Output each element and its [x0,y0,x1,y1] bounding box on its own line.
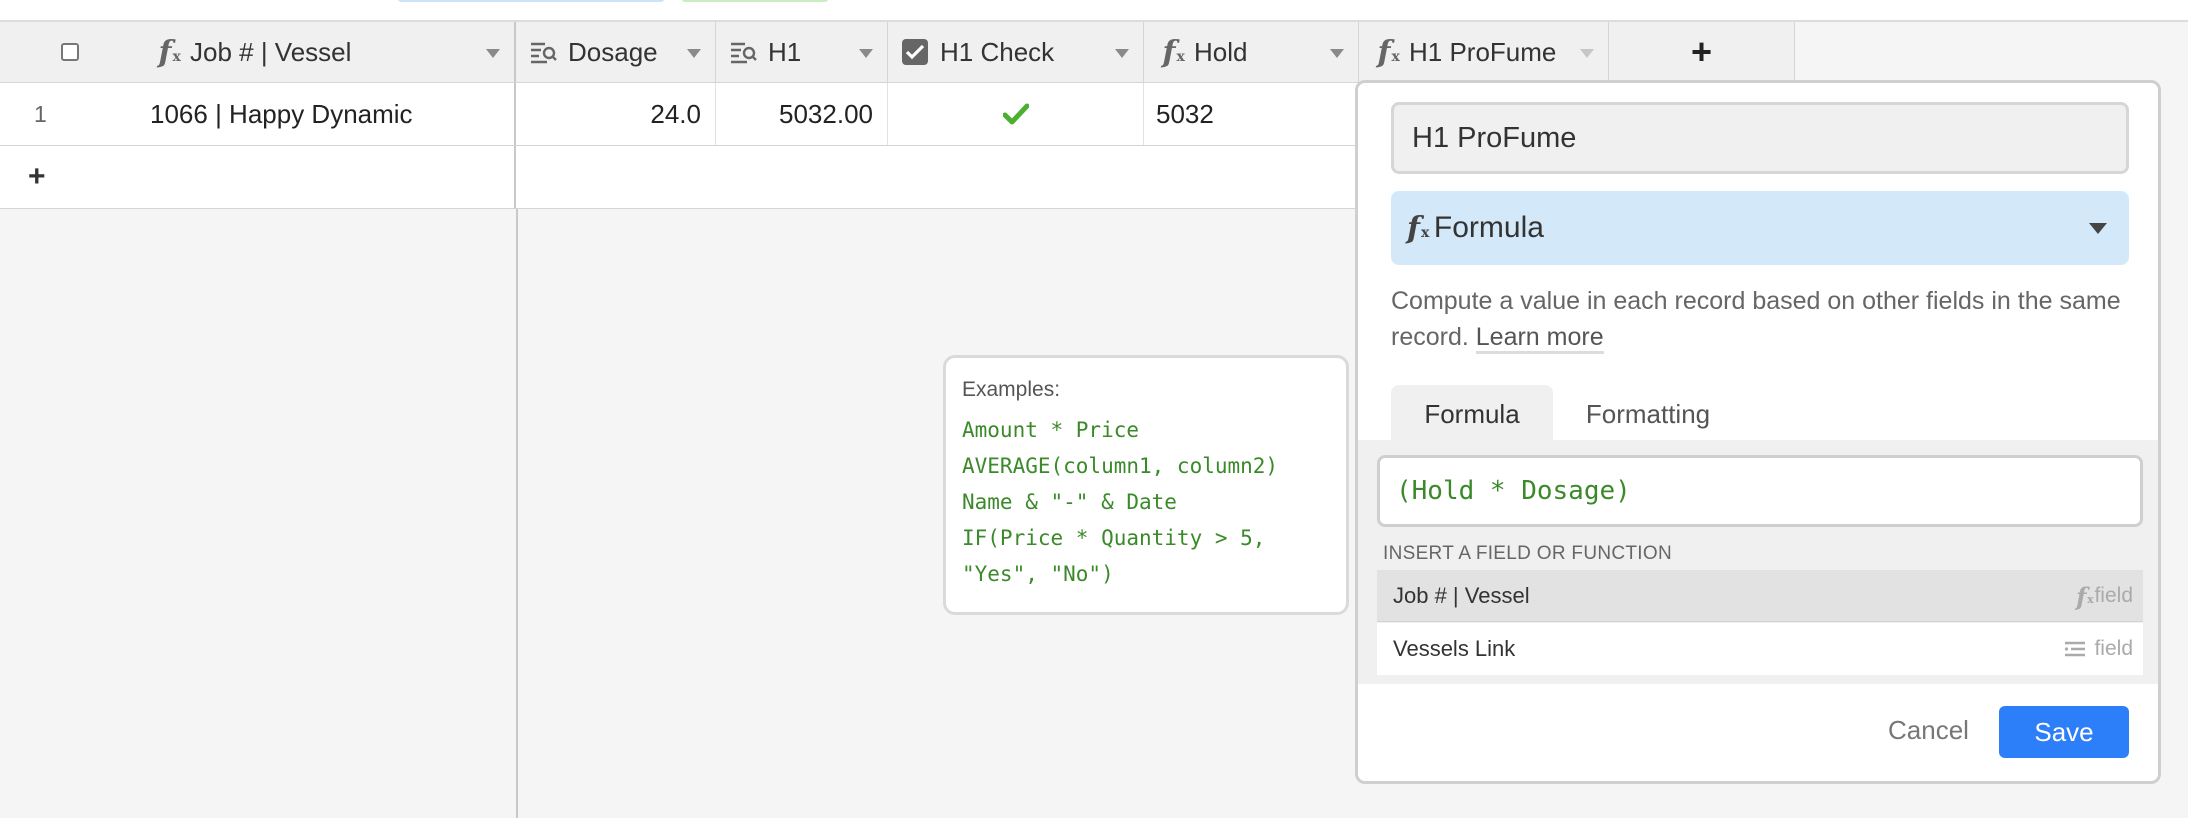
plus-icon: + [1690,31,1713,72]
share-tab-pill[interactable] [682,0,828,2]
formula-examples-tooltip: Examples: Amount * Price AVERAGE(column1… [943,355,1349,615]
formula-icon: fx [158,34,181,70]
checkmark-icon [1002,103,1029,125]
example-line: Amount * Price [962,418,1140,442]
example-line: Name & "-" & Date [962,490,1177,514]
formula-tabs: Formula Formatting [1358,385,2158,445]
column-header-job-vessel[interactable]: fx Job # | Vessel [140,22,516,82]
example-line: IF(Price * Quantity > 5, [962,526,1266,550]
add-record-row[interactable]: + [0,146,1360,209]
column-header-label: H1 Check [940,36,1055,67]
chevron-down-icon[interactable] [1115,49,1129,58]
select-all-checkbox[interactable] [61,43,79,61]
field-config-panel: fx Formula Compute a value in each recor… [1355,80,2161,784]
formula-editor-area: (Hold * Dosage) INSERT A FIELD OR FUNCTI… [1358,440,2158,684]
chevron-down-icon[interactable] [1580,49,1594,58]
tab-formatting[interactable]: Formatting [1568,385,1728,443]
column-header-label: Job # | Vessel [190,36,352,67]
field-suggestion-item[interactable]: Vessels Link field [1377,623,2143,675]
field-suggestion-item[interactable]: Job # | Vessel fx field [1377,570,2143,622]
cell-h1-check[interactable] [888,83,1144,145]
view-tab-pill[interactable] [398,0,664,2]
column-header-label: Hold [1194,36,1248,67]
column-header-label: Dosage [568,36,658,67]
formula-icon: fx [1377,34,1400,70]
checkbox-icon [900,37,930,67]
select-all-cell[interactable] [0,22,140,82]
insert-field-label: INSERT A FIELD OR FUNCTION [1383,543,1672,564]
grid-header-row: fx Job # | Vessel Dosage H1 H1 Check fx … [0,22,1795,83]
chevron-down-icon[interactable] [1330,49,1344,58]
field-name-input[interactable] [1391,102,2129,174]
field-type-description: Compute a value in each record based on … [1391,283,2131,355]
chevron-down-icon[interactable] [486,49,500,58]
example-line: "Yes", "No") [962,562,1114,586]
link-list-icon [2065,641,2086,657]
column-header-h1-check[interactable]: H1 Check [888,22,1144,82]
plus-icon: + [28,160,46,193]
save-button[interactable]: Save [1999,706,2129,758]
formula-icon: fx [1407,210,1430,246]
chevron-down-icon[interactable] [859,49,873,58]
cell-h1[interactable]: 5032.00 [716,83,888,145]
field-suggestion-name: Job # | Vessel [1393,582,1530,608]
field-suggestion-type: fx field [2076,570,2133,622]
learn-more-link[interactable]: Learn more [1475,323,1604,354]
cell-dosage[interactable]: 24.0 [516,83,716,145]
field-suggestion-type: field [2064,623,2133,675]
lookup-icon [528,37,558,67]
examples-label: Examples: [962,378,1061,401]
column-header-label: H1 [768,36,802,67]
column-header-label: H1 ProFume [1409,36,1557,67]
column-header-hold[interactable]: fx Hold [1144,22,1359,82]
example-line: AVERAGE(column1, column2) [962,454,1279,478]
tab-formula[interactable]: Formula [1391,385,1553,443]
field-type-label: Formula [1433,211,1544,244]
add-column-button[interactable]: + [1609,22,1795,82]
column-header-h1[interactable]: H1 [716,22,888,82]
formula-icon: fx [2076,581,2094,611]
row-number: 1 [34,100,47,127]
chevron-down-icon [2089,223,2107,234]
field-type-select[interactable]: fx Formula [1391,191,2129,265]
lookup-icon [728,37,758,67]
cancel-button[interactable]: Cancel [1888,705,1969,755]
cell-job-vessel[interactable]: 1066 | Happy Dynamic [140,83,516,145]
field-type-text: field [2094,584,2133,607]
formula-icon: fx [1162,34,1185,70]
column-header-dosage[interactable]: Dosage [516,22,716,82]
formula-input[interactable]: (Hold * Dosage) [1377,455,2143,527]
add-record-button[interactable]: + [0,146,516,208]
chevron-down-icon[interactable] [687,49,701,58]
column-header-h1-profume[interactable]: fx H1 ProFume [1359,22,1609,82]
top-toolbar [0,0,2188,22]
field-suggestion-name: Vessels Link [1393,636,1516,661]
field-type-text: field [2094,637,2133,660]
cell-hold[interactable]: 5032 [1144,83,1359,145]
